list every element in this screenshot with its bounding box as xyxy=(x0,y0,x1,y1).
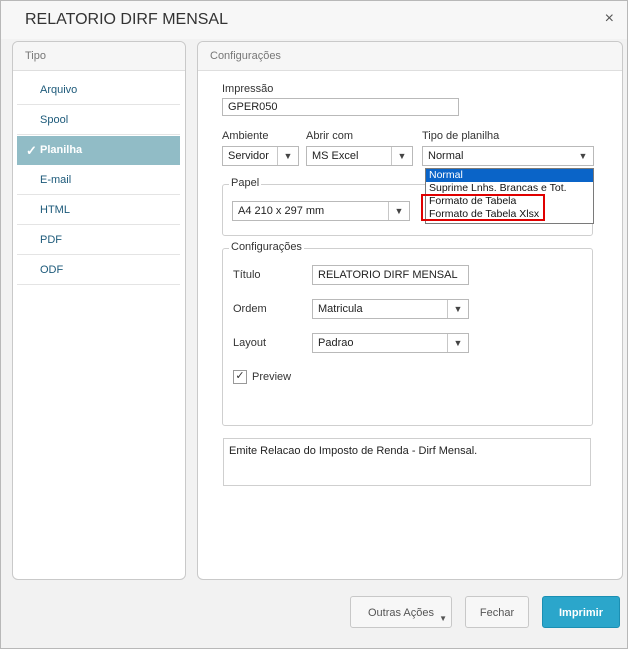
other-actions-label: Outras Ações xyxy=(367,607,435,619)
nav-item-label: Spool xyxy=(40,114,69,126)
ambiente-label: Ambiente xyxy=(222,130,269,142)
ambiente-select[interactable]: Servidor ▼ xyxy=(222,146,299,166)
tipo-planilha-select[interactable]: Normal ▼ xyxy=(422,146,594,166)
ordem-label: Ordem xyxy=(233,303,267,315)
layout-select[interactable]: Padrao ▼ xyxy=(312,333,469,353)
option-normal[interactable]: Normal xyxy=(426,169,593,182)
papel-legend: Papel xyxy=(229,177,262,189)
nav-item-pdf[interactable]: PDF xyxy=(17,226,180,255)
chevron-down-icon[interactable]: ▼ xyxy=(447,300,468,318)
titulo-label: Título xyxy=(233,269,261,281)
layout-label: Layout xyxy=(233,337,267,349)
checkmark-icon: ✓ xyxy=(26,143,37,158)
print-button[interactable]: Imprimir xyxy=(542,596,620,628)
preview-label: Preview xyxy=(252,371,292,383)
papel-value: A4 210 x 297 mm xyxy=(238,205,325,217)
print-dialog: RELATORIO DIRF MENSAL × Tipo Arquivo Spo… xyxy=(0,0,628,649)
tipo-planilha-value: Normal xyxy=(428,150,464,162)
nav-item-label: Arquivo xyxy=(40,84,78,96)
chevron-down-icon[interactable]: ▼ xyxy=(391,147,412,165)
nav-item-email[interactable]: E-mail xyxy=(17,166,180,195)
ordem-select[interactable]: Matricula ▼ xyxy=(312,299,469,319)
description-box: Emite Relacao do Imposto de Renda - Dirf… xyxy=(223,438,591,486)
chevron-down-icon: ▼ xyxy=(439,614,447,623)
type-panel-header: Tipo xyxy=(13,42,185,71)
nav-item-label: ODF xyxy=(40,264,64,276)
impressao-field[interactable]: GPER050 xyxy=(222,98,459,116)
nav-item-label: HTML xyxy=(40,204,70,216)
preview-checkbox[interactable]: ✓ xyxy=(233,370,247,384)
nav-item-label: E-mail xyxy=(40,174,72,186)
nav-item-arquivo[interactable]: Arquivo xyxy=(17,76,180,105)
nav-item-label: PDF xyxy=(40,234,62,246)
abrir-com-value: MS Excel xyxy=(312,150,359,162)
nav-item-planilha[interactable]: ✓ Planilha xyxy=(17,136,180,165)
nav-item-spool[interactable]: Spool xyxy=(17,106,180,135)
close-icon[interactable]: × xyxy=(605,10,614,28)
config-group-legend: Configurações xyxy=(229,241,304,253)
tipo-planilha-label: Tipo de planilha xyxy=(422,130,500,142)
nav-item-odf[interactable]: ODF xyxy=(17,256,180,285)
titulo-field[interactable]: RELATORIO DIRF MENSAL xyxy=(312,265,469,285)
papel-select[interactable]: A4 210 x 297 mm ▼ xyxy=(232,201,410,221)
ambiente-value: Servidor xyxy=(228,150,269,162)
other-actions-button[interactable]: Outras Ações ▼ xyxy=(350,596,452,628)
title-bar: RELATORIO DIRF MENSAL × xyxy=(1,1,627,39)
chevron-down-icon[interactable]: ▼ xyxy=(447,334,468,352)
chevron-down-icon[interactable]: ▼ xyxy=(277,147,298,165)
config-panel-header: Configurações xyxy=(198,42,622,71)
type-panel: Tipo Arquivo Spool ✓ Planilha E-mail HTML… xyxy=(12,41,186,580)
layout-value: Padrao xyxy=(318,337,354,349)
abrir-com-select[interactable]: MS Excel ▼ xyxy=(306,146,413,166)
chevron-down-icon[interactable]: ▼ xyxy=(573,147,593,165)
impressao-label: Impressão xyxy=(222,83,274,95)
chevron-down-icon[interactable]: ▼ xyxy=(388,202,409,220)
close-button[interactable]: Fechar xyxy=(465,596,529,628)
nav-item-label: Planilha xyxy=(40,144,83,156)
nav-item-html[interactable]: HTML xyxy=(17,196,180,225)
ordem-value: Matricula xyxy=(318,303,363,315)
dialog-title: RELATORIO DIRF MENSAL xyxy=(25,11,228,28)
highlight-annotation xyxy=(421,194,545,221)
abrir-com-label: Abrir com xyxy=(306,130,354,142)
